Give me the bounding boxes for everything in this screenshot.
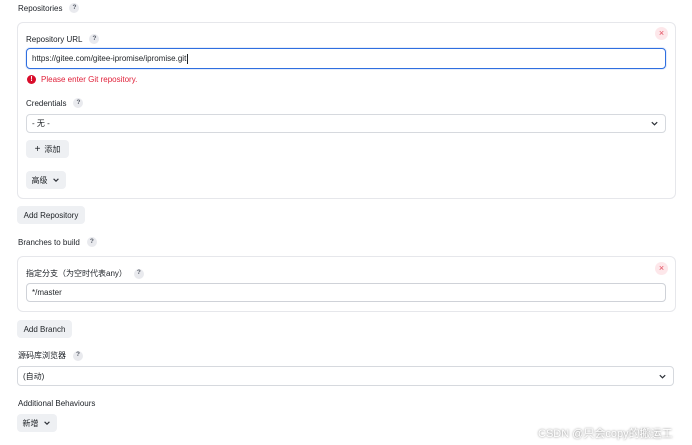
text-caret [187,53,189,64]
csdn-watermark: CSDN @只会copy的搬运工 [538,428,673,440]
repository-url-input[interactable]: https://gitee.com/gitee-ipromise/ipromis… [26,48,666,69]
repository-url-label: Repository URL ? [26,34,100,44]
add-branch-button[interactable]: Add Branch [17,320,72,338]
branches-label-text: Branches to build [18,237,80,247]
close-icon[interactable]: × [655,27,668,40]
chevron-down-icon [650,119,659,128]
repo-browser-select[interactable]: (自动) [17,366,674,386]
branch-spec-label: 指定分支（为空时代表any） ? [26,268,144,279]
additional-behaviours-label: Additional Behaviours [18,399,95,408]
help-icon[interactable]: ? [73,350,83,361]
repositories-label-text: Repositories [18,3,63,13]
branch-spec-input[interactable]: */master [26,283,666,302]
plus-icon: + [34,143,41,155]
advanced-button[interactable]: 高级 [26,171,66,189]
chevron-down-icon [43,419,52,428]
chevron-down-icon [52,176,61,185]
close-icon[interactable]: × [655,262,668,275]
repositories-label: Repositories ? [18,3,80,13]
branch-spec-value: */master [32,288,62,297]
help-icon[interactable]: ? [133,268,144,279]
advanced-label: 高级 [31,175,48,185]
add-branch-label: Add Branch [23,324,66,334]
repo-browser-value: (自动) [23,371,45,381]
additional-behaviours-label-text: Additional Behaviours [18,399,96,408]
repo-browser-label-text: 源码库浏览器 [18,351,66,360]
repo-browser-label: 源码库浏览器 ? [18,350,83,361]
repository-error: ! Please enter Git repository. [27,75,137,84]
repository-url-label-text: Repository URL [26,34,83,44]
error-icon: ! [27,75,36,84]
add-repository-button[interactable]: Add Repository [17,206,85,224]
help-icon[interactable]: ? [69,3,80,13]
branch-panel: × 指定分支（为空时代表any） ? */master [17,256,676,312]
branches-label: Branches to build ? [18,237,97,247]
add-repository-label: Add Repository [23,210,79,220]
help-icon[interactable]: ? [86,237,97,247]
help-icon[interactable]: ? [89,34,100,44]
error-text: Please enter Git repository. [41,75,138,84]
add-credentials-label: 添加 [44,144,61,154]
repository-panel: × Repository URL ? https://gitee.com/git… [17,22,676,199]
add-behaviour-button[interactable]: 新增 [17,414,57,432]
add-credentials-button[interactable]: + 添加 [26,140,69,158]
credentials-label: Credentials ? [26,98,84,108]
repository-url-value: https://gitee.com/gitee-ipromise/ipromis… [32,54,187,63]
add-behaviour-label: 新增 [22,418,39,428]
branch-spec-label-text: 指定分支（为空时代表any） [26,269,127,278]
credentials-select[interactable]: - 无 - [26,114,666,133]
help-icon[interactable]: ? [73,98,84,108]
chevron-down-icon [658,372,667,381]
credentials-label-text: Credentials [26,98,67,108]
credentials-value: - 无 - [32,119,50,128]
